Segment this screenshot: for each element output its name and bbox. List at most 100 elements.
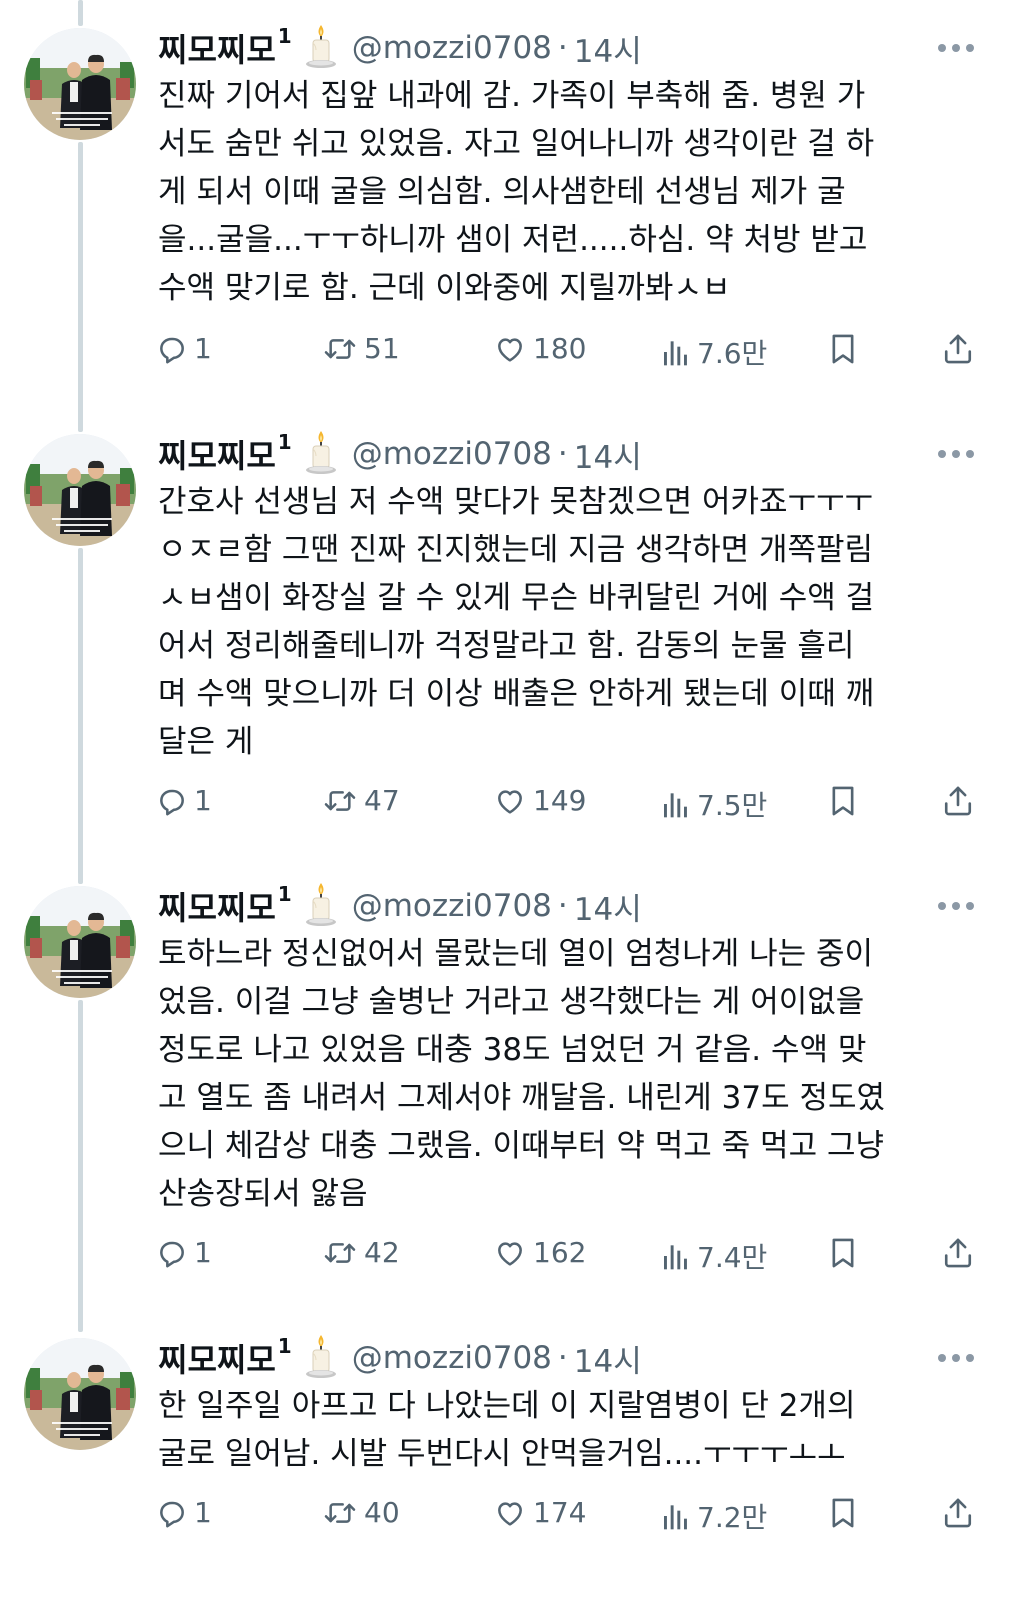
share-button[interactable] xyxy=(942,332,974,366)
thread-line xyxy=(78,0,83,26)
candle-emoji-icon xyxy=(304,881,338,927)
like-count: 162 xyxy=(533,1236,587,1269)
timestamp[interactable]: 14시 xyxy=(574,884,642,929)
reply-button[interactable]: 1 xyxy=(156,1496,212,1529)
views-button[interactable]: 7.5만 xyxy=(661,784,767,824)
tweet-text-line: ㅇㅈㄹ함 그땐 진짜 진지했는데 지금 생각하면 개쪽팔림 xyxy=(158,532,874,568)
repost-count: 47 xyxy=(364,784,400,817)
views-count: 7.2만 xyxy=(697,1501,768,1534)
tweet-text-line: 으니 체감상 대충 그랬음. 이때부터 약 먹고 죽 먹고 그냥 xyxy=(158,1128,884,1164)
views-icon xyxy=(661,788,691,820)
views-button[interactable]: 7.6만 xyxy=(661,332,767,372)
tweet-header: 찌모찌모 1 @mozzi0708 · 14시 xyxy=(158,882,642,930)
like-button[interactable]: 149 xyxy=(493,784,586,817)
timestamp[interactable]: 14시 xyxy=(574,1336,642,1381)
share-icon xyxy=(942,1236,974,1270)
share-button[interactable] xyxy=(942,1236,974,1270)
reply-button[interactable]: 1 xyxy=(156,784,212,817)
repost-icon xyxy=(322,1497,358,1529)
tweet-text-line: 서도 숨만 쉬고 있었음. 자고 일어나니까 생각이란 걸 하 xyxy=(158,126,875,162)
display-name[interactable]: 찌모찌모 xyxy=(158,883,276,929)
heart-icon xyxy=(493,1497,527,1529)
views-count: 7.6만 xyxy=(697,337,768,370)
display-name[interactable]: 찌모찌모 xyxy=(158,25,276,71)
reply-button[interactable]: 1 xyxy=(156,332,212,365)
views-icon xyxy=(661,1240,691,1272)
display-name-superscript: 1 xyxy=(277,1334,292,1358)
avatar[interactable] xyxy=(24,1338,136,1450)
reply-count: 1 xyxy=(194,784,212,817)
tweet-text-line: 을...굴을...ㅜㅜ하니까 샘이 저런.....하심. 약 처방 받고 xyxy=(158,222,868,258)
bookmark-button[interactable] xyxy=(828,332,858,366)
reply-icon xyxy=(156,333,188,365)
tweet-text-line: 산송장되서 앓음 xyxy=(158,1176,368,1212)
user-handle[interactable]: @mozzi0708 xyxy=(352,436,552,472)
share-button[interactable] xyxy=(942,1496,974,1530)
more-icon[interactable] xyxy=(938,450,974,458)
share-icon xyxy=(942,332,974,366)
tweet-text-line: 었음. 이걸 그냥 술병난 거라고 생각했다는 게 어이없을 xyxy=(158,984,865,1020)
timestamp[interactable]: 14시 xyxy=(574,26,642,71)
action-bar: 1 42 162 7.4만 xyxy=(156,1236,986,1276)
more-icon[interactable] xyxy=(938,1354,974,1362)
share-button[interactable] xyxy=(942,784,974,818)
display-name[interactable]: 찌모찌모 xyxy=(158,1335,276,1381)
repost-count: 42 xyxy=(364,1236,400,1269)
avatar[interactable] xyxy=(24,28,136,140)
reply-count: 1 xyxy=(194,1236,212,1269)
candle-emoji-icon xyxy=(304,429,338,475)
more-icon[interactable] xyxy=(938,44,974,52)
avatar[interactable] xyxy=(24,886,136,998)
views-icon xyxy=(661,336,691,368)
repost-button[interactable]: 47 xyxy=(322,784,400,817)
bookmark-icon xyxy=(828,784,858,818)
repost-count: 51 xyxy=(364,332,400,365)
like-button[interactable]: 162 xyxy=(493,1236,586,1269)
thread-line xyxy=(78,1000,83,1332)
like-button[interactable]: 174 xyxy=(493,1496,586,1529)
views-button[interactable]: 7.2만 xyxy=(661,1496,767,1536)
tweet-text-line: 수액 맞기로 함. 근데 이와중에 지릴까봐ㅅㅂ xyxy=(158,270,731,306)
bookmark-button[interactable] xyxy=(828,1496,858,1530)
user-handle[interactable]: @mozzi0708 xyxy=(352,888,552,924)
repost-icon xyxy=(322,1237,358,1269)
views-button[interactable]: 7.4만 xyxy=(661,1236,767,1276)
reply-icon xyxy=(156,1237,188,1269)
user-handle[interactable]: @mozzi0708 xyxy=(352,1340,552,1376)
reply-count: 1 xyxy=(194,1496,212,1529)
timestamp[interactable]: 14시 xyxy=(574,432,642,477)
bookmark-icon xyxy=(828,1496,858,1530)
separator: · xyxy=(557,436,568,472)
user-handle[interactable]: @mozzi0708 xyxy=(352,30,552,66)
separator: · xyxy=(557,888,568,924)
display-name[interactable]: 찌모찌모 xyxy=(158,431,276,477)
repost-button[interactable]: 42 xyxy=(322,1236,400,1269)
reply-count: 1 xyxy=(194,332,212,365)
tweet-text-line: 진짜 기어서 집앞 내과에 감. 가족이 부축해 줌. 병원 가 xyxy=(158,78,866,114)
more-icon[interactable] xyxy=(938,902,974,910)
action-bar: 1 47 149 7.5만 xyxy=(156,784,986,824)
like-button[interactable]: 180 xyxy=(493,332,586,365)
tweet-text-line: 한 일주일 아프고 다 나았는데 이 지랄염병이 단 2개의 xyxy=(158,1388,856,1424)
tweet-header: 찌모찌모 1 @mozzi0708 · 14시 xyxy=(158,430,642,478)
reply-button[interactable]: 1 xyxy=(156,1236,212,1269)
reply-icon xyxy=(156,785,188,817)
like-count: 180 xyxy=(533,332,587,365)
display-name-superscript: 1 xyxy=(277,882,292,906)
avatar[interactable] xyxy=(24,434,136,546)
tweet-text: 한 일주일 아프고 다 나았는데 이 지랄염병이 단 2개의 굴로 일어남. 시발… xyxy=(158,1382,968,1478)
tweet-header: 찌모찌모 1 @mozzi0708 · 14시 xyxy=(158,1334,642,1382)
bookmark-icon xyxy=(828,332,858,366)
heart-icon xyxy=(493,333,527,365)
tweet-text: 간호사 선생님 저 수액 맞다가 못참겠으면 어카죠ㅜㅜㅜ ㅇㅈㄹ함 그땐 진짜 … xyxy=(158,478,968,766)
tweet-text: 토하느라 정신없어서 몰랐는데 열이 엄청나게 나는 중이 었음. 이걸 그냥 술… xyxy=(158,930,968,1218)
repost-button[interactable]: 40 xyxy=(322,1496,400,1529)
bookmark-button[interactable] xyxy=(828,1236,858,1270)
bookmark-button[interactable] xyxy=(828,784,858,818)
share-icon xyxy=(942,784,974,818)
tweet-text: 진짜 기어서 집앞 내과에 감. 가족이 부축해 줌. 병원 가서도 숨만 쉬고… xyxy=(158,72,968,312)
tweet-text-line: 정도로 나고 있었음 대충 38도 넘었던 거 같음. 수액 맞 xyxy=(158,1032,867,1068)
tweet-text-line: 고 열도 좀 내려서 그제서야 깨달음. 내린게 37도 정도였 xyxy=(158,1080,886,1116)
repost-button[interactable]: 51 xyxy=(322,332,400,365)
thread-line xyxy=(78,548,83,884)
